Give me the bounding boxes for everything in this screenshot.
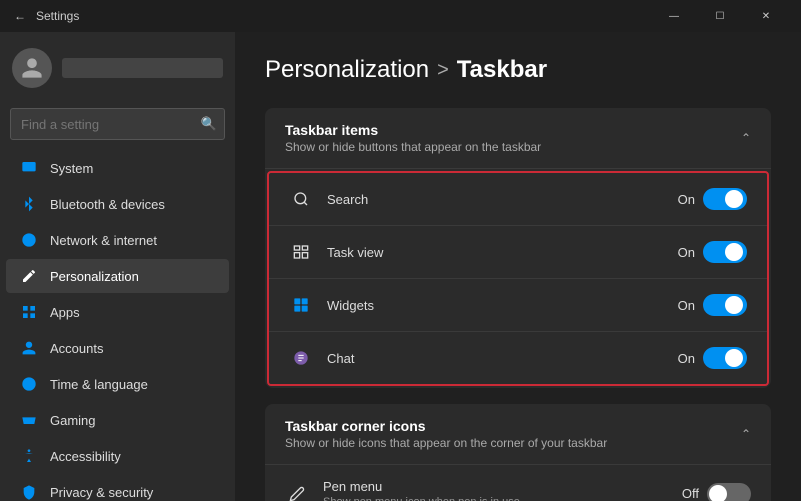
penmenu-toggle-wrap: Off [682, 483, 751, 501]
sidebar-item-label: System [50, 161, 93, 176]
sidebar-item-system[interactable]: System [6, 151, 229, 185]
taskbar-corner-section: Taskbar corner icons Show or hide icons … [265, 404, 771, 501]
sidebar-item-label: Bluetooth & devices [50, 197, 165, 212]
taskview-setting-icon [289, 240, 313, 264]
section-corner-subtitle: Show or hide icons that appear on the co… [285, 436, 607, 450]
maximize-button[interactable]: ☐ [697, 0, 743, 32]
sidebar-item-label: Gaming [50, 413, 96, 428]
sidebar-item-label: Apps [50, 305, 80, 320]
section-subtitle: Show or hide buttons that appear on the … [285, 140, 541, 154]
setting-row-search: Search On [269, 173, 767, 226]
search-setting-label: Search [327, 192, 678, 207]
chat-setting-icon [289, 346, 313, 370]
penmenu-sublabel: Show pen menu icon when pen is in use [323, 496, 682, 501]
search-setting-icon [289, 187, 313, 211]
chat-toggle-label: On [678, 351, 695, 366]
search-toggle[interactable] [703, 188, 747, 210]
app-body: 🔍 System Bluetooth & devices Network & i… [0, 32, 801, 501]
sidebar-item-personalization[interactable]: Personalization [6, 259, 229, 293]
main-content: Personalization > Taskbar Taskbar items … [235, 32, 801, 501]
penmenu-label: Pen menu [323, 479, 682, 494]
back-button[interactable]: ← [12, 8, 28, 24]
gamepad-icon [20, 411, 38, 429]
toggle-thumb [709, 485, 727, 501]
taskview-setting-label: Task view [327, 245, 678, 260]
search-input[interactable] [10, 108, 225, 140]
taskview-toggle-label: On [678, 245, 695, 260]
breadcrumb-separator: > [437, 59, 449, 82]
breadcrumb-parent: Personalization [265, 56, 429, 84]
breadcrumb-current: Taskbar [457, 56, 547, 84]
setting-row-penmenu: Pen menu Show pen menu icon when pen is … [265, 465, 771, 501]
taskbar-items-header: Taskbar items Show or hide buttons that … [265, 108, 771, 169]
toggle-thumb [725, 349, 743, 367]
search-box: 🔍 [10, 108, 225, 140]
taskbar-corner-header: Taskbar corner icons Show or hide icons … [265, 404, 771, 465]
pen-setting-icon [285, 482, 309, 501]
section-title: Taskbar items [285, 122, 541, 138]
toggle-thumb [725, 296, 743, 314]
person-icon [20, 339, 38, 357]
breadcrumb: Personalization > Taskbar [265, 56, 771, 84]
taskview-toggle-wrap: On [678, 241, 747, 263]
section-title-wrap: Taskbar items Show or hide buttons that … [285, 122, 541, 154]
sidebar: 🔍 System Bluetooth & devices Network & i… [0, 32, 235, 501]
sidebar-item-label: Time & language [50, 377, 148, 392]
sidebar-item-label: Network & internet [50, 233, 157, 248]
chat-toggle[interactable] [703, 347, 747, 369]
sidebar-item-gaming[interactable]: Gaming [6, 403, 229, 437]
toggle-thumb [725, 190, 743, 208]
chat-setting-label: Chat [327, 351, 678, 366]
taskbar-items-section: Taskbar items Show or hide buttons that … [265, 108, 771, 388]
toggle-thumb [725, 243, 743, 261]
widgets-toggle[interactable] [703, 294, 747, 316]
penmenu-toggle-label: Off [682, 486, 699, 501]
window-controls: — ☐ ✕ [651, 0, 789, 32]
sidebar-item-network[interactable]: Network & internet [6, 223, 229, 257]
highlight-box: Search On Task view [267, 171, 769, 386]
title-bar-text: Settings [36, 9, 79, 23]
widgets-toggle-label: On [678, 298, 695, 313]
penmenu-label-wrap: Pen menu Show pen menu icon when pen is … [323, 479, 682, 501]
section-corner-title: Taskbar corner icons [285, 418, 607, 434]
search-toggle-label: On [678, 192, 695, 207]
sidebar-item-accessibility[interactable]: Accessibility [6, 439, 229, 473]
sidebar-item-bluetooth[interactable]: Bluetooth & devices [6, 187, 229, 221]
globe-icon [20, 231, 38, 249]
shield-icon [20, 483, 38, 501]
sidebar-item-apps[interactable]: Apps [6, 295, 229, 329]
clock-icon [20, 375, 38, 393]
avatar [12, 48, 52, 88]
accessibility-icon [20, 447, 38, 465]
sidebar-item-label: Personalization [50, 269, 139, 284]
widgets-setting-icon [289, 293, 313, 317]
chevron-up-icon-2: ⌃ [741, 427, 751, 441]
close-button[interactable]: ✕ [743, 0, 789, 32]
sidebar-item-accounts[interactable]: Accounts [6, 331, 229, 365]
sidebar-item-privacy[interactable]: Privacy & security [6, 475, 229, 501]
profile-name [62, 58, 223, 78]
profile-area [0, 32, 235, 104]
sidebar-item-time[interactable]: Time & language [6, 367, 229, 401]
sidebar-item-label: Accounts [50, 341, 103, 356]
penmenu-toggle[interactable] [707, 483, 751, 501]
section-corner-title-wrap: Taskbar corner icons Show or hide icons … [285, 418, 607, 450]
widgets-toggle-wrap: On [678, 294, 747, 316]
sidebar-item-label: Privacy & security [50, 485, 153, 500]
monitor-icon [20, 159, 38, 177]
pencil-icon [20, 267, 38, 285]
sidebar-item-label: Accessibility [50, 449, 121, 464]
grid-icon [20, 303, 38, 321]
setting-row-taskview: Task view On [269, 226, 767, 279]
minimize-button[interactable]: — [651, 0, 697, 32]
widgets-setting-label: Widgets [327, 298, 678, 313]
taskview-toggle[interactable] [703, 241, 747, 263]
setting-row-chat: Chat On [269, 332, 767, 384]
chevron-up-icon: ⌃ [741, 131, 751, 145]
chat-toggle-wrap: On [678, 347, 747, 369]
setting-row-widgets: Widgets On [269, 279, 767, 332]
title-bar: ← Settings — ☐ ✕ [0, 0, 801, 32]
search-toggle-wrap: On [678, 188, 747, 210]
bluetooth-icon [20, 195, 38, 213]
